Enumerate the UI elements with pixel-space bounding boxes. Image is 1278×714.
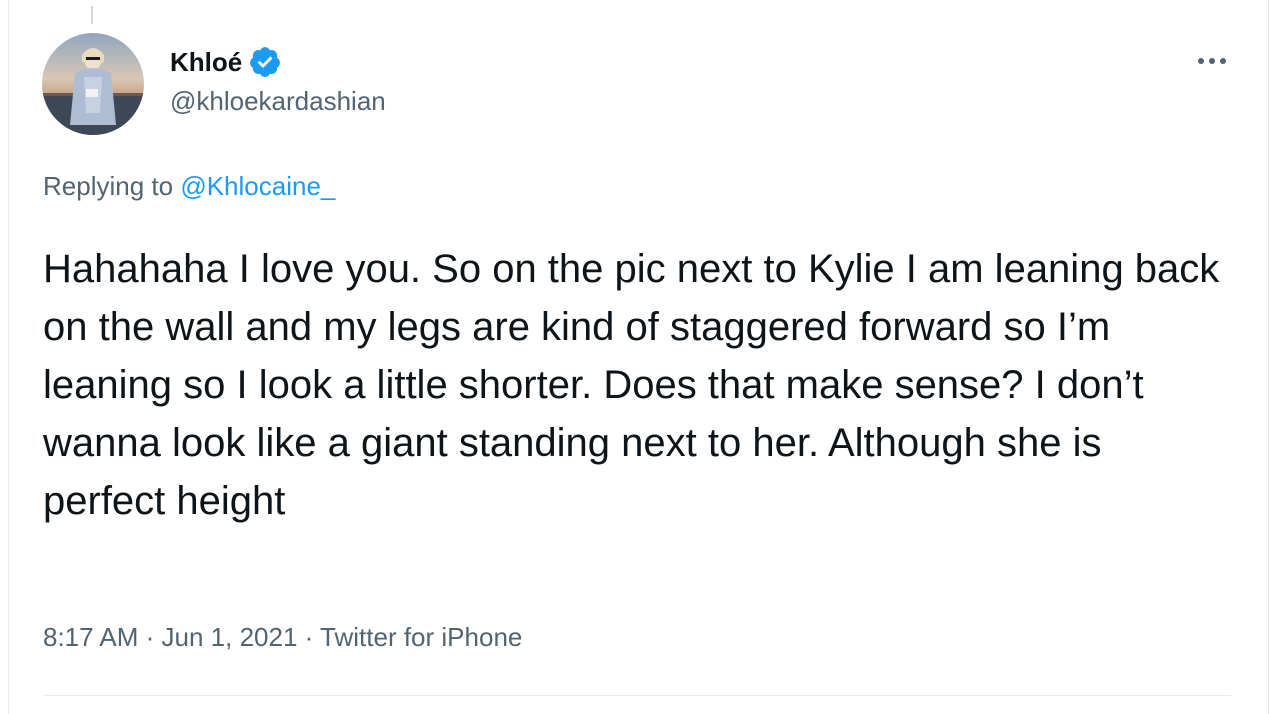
tweet-card: Khloé @khloekardashian Replying to @Khlo… xyxy=(0,0,1278,714)
more-dot-icon xyxy=(1220,58,1226,64)
verified-badge-icon xyxy=(248,45,282,79)
thread-connector-line xyxy=(91,6,93,24)
tweet-time[interactable]: 8:17 AM xyxy=(43,622,138,652)
more-dot-icon xyxy=(1209,58,1215,64)
profile-photo-icon xyxy=(42,33,144,135)
author-display-name[interactable]: Khloé xyxy=(170,47,242,78)
more-dot-icon xyxy=(1198,58,1204,64)
divider xyxy=(43,695,1231,696)
author-handle[interactable]: @khloekardashian xyxy=(170,86,386,117)
author-name-row: Khloé xyxy=(170,44,282,80)
replying-to-line: Replying to @Khlocaine_ xyxy=(43,171,335,202)
avatar[interactable] xyxy=(42,33,144,135)
more-options-button[interactable] xyxy=(1190,44,1234,78)
card-border-left xyxy=(8,0,9,714)
tweet-source[interactable]: Twitter for iPhone xyxy=(320,622,522,652)
tweet-date[interactable]: Jun 1, 2021 xyxy=(162,622,298,652)
meta-separator: · xyxy=(138,622,162,652)
tweet-metadata: 8:17 AM · Jun 1, 2021 · Twitter for iPho… xyxy=(43,622,522,653)
meta-separator: · xyxy=(297,622,321,652)
card-border-right xyxy=(1268,0,1269,714)
replying-to-label: Replying to xyxy=(43,171,181,201)
replying-to-link[interactable]: @Khlocaine_ xyxy=(180,171,335,201)
tweet-text: Hahahaha I love you. So on the pic next … xyxy=(43,247,1220,523)
